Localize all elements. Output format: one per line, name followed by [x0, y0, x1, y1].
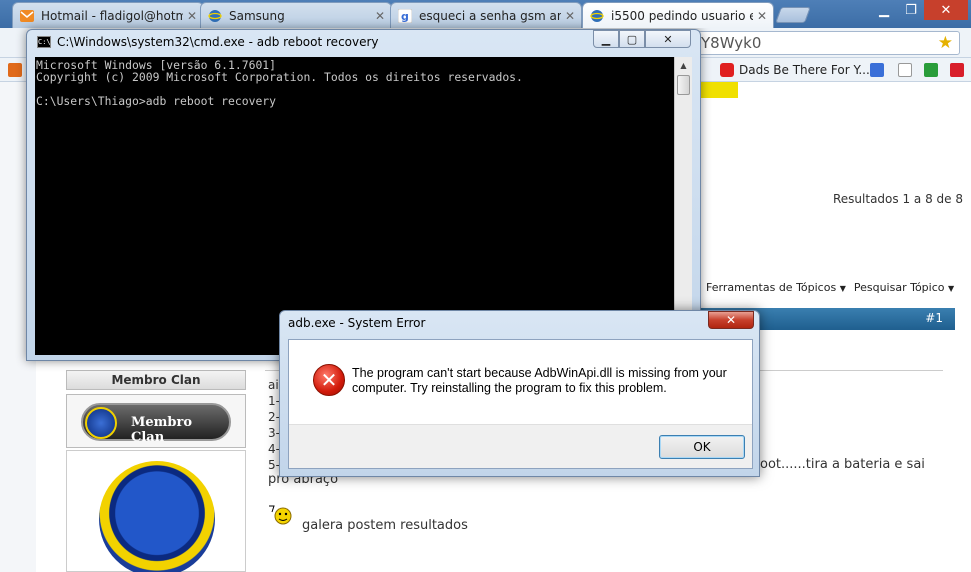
close-button[interactable]: ✕	[645, 30, 691, 48]
window-restore-icon[interactable]: ❐	[898, 0, 924, 20]
chevron-down-icon: ▼	[948, 283, 955, 293]
bank-icon	[924, 63, 938, 77]
tools-menu[interactable]: Ferramentas de Tópicos ▼	[706, 281, 846, 294]
results-count: Resultados 1 a 8 de 8	[833, 192, 963, 206]
youtube-icon	[720, 63, 734, 77]
dialog-title: adb.exe - System Error	[288, 316, 426, 330]
clan-badge: Membro Clan	[81, 403, 231, 445]
tab-google-search[interactable]: g esqueci a senha gsm andro ✕	[390, 2, 582, 28]
dialog-body: ✕ The program can't start because AdbWin…	[288, 339, 753, 469]
tab-label: esqueci a senha gsm andro	[419, 8, 561, 23]
new-tab-button[interactable]	[775, 7, 811, 23]
mail-icon	[19, 8, 35, 24]
error-icon: ✕	[313, 364, 345, 396]
page-icon	[898, 63, 912, 77]
console-line: C:\Users\Thiago>adb reboot recovery	[36, 94, 277, 108]
thread-tools: Ferramentas de Tópicos ▼ Pesquisar Tópic…	[700, 275, 955, 299]
tab-active-forum[interactable]: i5500 pedindo usuario e se ✕	[582, 2, 774, 28]
star-icon[interactable]: ★	[938, 33, 953, 53]
post-number[interactable]: #1	[925, 311, 943, 325]
console-icon: C:\	[37, 36, 51, 48]
bookmark-sky[interactable]	[950, 62, 969, 78]
minimize-icon: ▁	[601, 32, 611, 46]
post-text: oot......tira a bateria e sai	[760, 457, 925, 472]
avatar[interactable]	[99, 461, 215, 572]
user-title: Membro Clan	[66, 370, 246, 390]
tab-label: i5500 pedindo usuario e se	[611, 8, 753, 23]
dialog-footer: OK	[289, 424, 752, 468]
bookmark-page[interactable]	[898, 62, 917, 78]
tools-label: Ferramentas de Tópicos	[706, 280, 837, 294]
maximize-icon: ▢	[626, 32, 638, 46]
post-line: ai	[268, 378, 279, 392]
tab-strip: Hotmail - fladigol@hotma ✕ Samsung ✕ g e…	[0, 0, 971, 28]
bookmark-google[interactable]	[870, 62, 889, 78]
tab-hotmail[interactable]: Hotmail - fladigol@hotma ✕	[12, 2, 204, 28]
smiley-icon	[269, 505, 292, 525]
svg-text:g: g	[401, 10, 409, 23]
address-text: Y8Wyk0	[701, 34, 762, 52]
minimize-button[interactable]: ▁	[593, 30, 619, 48]
maximize-button[interactable]: ▢	[619, 30, 645, 48]
window-minimize-icon[interactable]: ▁	[870, 0, 898, 20]
avatar-box	[66, 450, 246, 572]
user-badge-box: Membro Clan	[66, 394, 246, 448]
close-icon: ✕	[725, 313, 737, 327]
banner-fragment	[700, 82, 738, 98]
scroll-up-icon[interactable]: ▲	[676, 58, 691, 73]
ok-button[interactable]: OK	[659, 435, 745, 459]
bookmark-dads[interactable]: Dads Be There For Y...	[720, 62, 870, 78]
cmd-title: C:\Windows\system32\cmd.exe - adb reboot…	[57, 35, 379, 49]
cmd-title-bar[interactable]: C:\ C:\Windows\system32\cmd.exe - adb re…	[37, 35, 379, 49]
clan-logo-icon	[85, 407, 117, 439]
globe-icon	[589, 8, 605, 24]
close-icon[interactable]: ✕	[375, 9, 385, 23]
google-icon: g	[397, 8, 413, 24]
dialog-close-button[interactable]: ✕	[708, 311, 754, 329]
badge-text: Membro Clan	[131, 415, 193, 445]
search-thread-label: Pesquisar Tópico	[853, 280, 945, 294]
bookmark-favicon-icon	[8, 63, 22, 77]
globe-icon	[207, 8, 223, 24]
window-close-icon[interactable]: ✕	[924, 0, 968, 20]
system-error-dialog[interactable]: adb.exe - System Error ✕ ✕ The program c…	[279, 310, 760, 477]
sky-icon	[950, 63, 964, 77]
bookmark-label: Dads Be There For Y...	[739, 63, 870, 77]
close-icon[interactable]: ✕	[565, 9, 575, 23]
chevron-down-icon: ▼	[839, 283, 846, 293]
bookmark-icon-orange[interactable]	[8, 62, 27, 78]
post-text: galera postem resultados	[302, 518, 468, 533]
bookmark-bank[interactable]	[924, 62, 943, 78]
scroll-thumb[interactable]	[677, 75, 690, 95]
google-icon	[870, 63, 884, 77]
tab-label: Samsung	[229, 8, 285, 23]
close-icon[interactable]: ✕	[187, 9, 197, 23]
close-icon: ✕	[663, 32, 673, 46]
search-thread-menu[interactable]: Pesquisar Tópico ▼	[854, 281, 954, 294]
console-line: Copyright (c) 2009 Microsoft Corporation…	[36, 70, 523, 84]
close-icon[interactable]: ✕	[757, 9, 767, 23]
error-message: The program can't start because AdbWinAp…	[352, 366, 727, 395]
tab-label: Hotmail - fladigol@hotma	[41, 8, 183, 23]
tab-samsung[interactable]: Samsung ✕	[200, 2, 392, 28]
